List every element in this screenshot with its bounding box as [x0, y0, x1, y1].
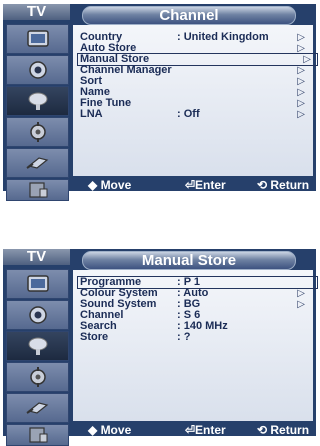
sidebar-item-setup[interactable] — [6, 362, 69, 392]
arrow-right-icon: ▷ — [297, 43, 305, 54]
footer-hints: ◆ Move ⏎Enter ⟲ Return — [73, 179, 316, 191]
sidebar-item-sound[interactable] — [6, 300, 69, 330]
arrow-right-icon: ▷ — [297, 299, 305, 310]
sidebar-item-application[interactable] — [6, 424, 69, 446]
arrow-right-icon: ▷ — [297, 65, 305, 76]
sidebar — [6, 24, 69, 201]
sidebar — [6, 269, 69, 446]
menu-row-store[interactable]: Store : ? — [80, 332, 311, 343]
input-icon — [25, 157, 48, 169]
application-icon — [28, 182, 47, 198]
channel-icon — [28, 92, 47, 110]
manual-store-screen: TV Manual Store Programme: P 1 Colour S… — [3, 249, 318, 446]
tv-tab[interactable]: TV — [3, 4, 70, 20]
return-hint: ⟲ Return — [257, 178, 310, 192]
sidebar-item-sound[interactable] — [6, 55, 69, 85]
tv-tab[interactable]: TV — [3, 249, 70, 265]
setup-icon — [29, 122, 46, 142]
sidebar-item-channel[interactable] — [6, 331, 69, 361]
move-hint: ◆ Move — [88, 178, 132, 192]
picture-icon — [26, 30, 49, 47]
sidebar-item-input[interactable] — [6, 148, 69, 178]
menu-row-lna[interactable]: LNA : Off ▷ — [80, 108, 311, 121]
row-value: : Off — [177, 108, 200, 120]
sidebar-item-setup[interactable] — [6, 117, 69, 147]
arrow-right-icon: ▷ — [297, 288, 305, 299]
arrow-right-icon: ▷ — [297, 98, 305, 109]
sidebar-item-application[interactable] — [6, 179, 69, 201]
row-value: : United Kingdom — [177, 31, 269, 43]
setup-icon — [29, 367, 46, 387]
footer-hints: ◆ Move ⏎Enter ⟲ Return — [73, 424, 316, 436]
picture-icon — [26, 275, 49, 292]
application-icon — [28, 427, 47, 443]
arrow-right-icon: ▷ — [297, 32, 305, 43]
menu-row-sort[interactable]: Sort ▷ — [80, 76, 311, 88]
manual-store-panel: Programme : P 1 Colour System : Auto ▷ S… — [73, 270, 318, 421]
sidebar-item-channel[interactable] — [6, 86, 69, 116]
menu-row-channel-manager[interactable]: Channel Manager ▷ — [80, 65, 311, 77]
input-icon — [25, 402, 48, 414]
sidebar-item-input[interactable] — [6, 393, 69, 423]
enter-hint: ⏎Enter — [185, 178, 226, 192]
row-value: : ? — [177, 331, 191, 343]
arrow-right-icon: ▷ — [297, 76, 305, 87]
channel-icon — [28, 337, 47, 355]
row-label: Store — [80, 331, 109, 343]
menu-title: Channel — [82, 6, 296, 25]
channel-menu-panel: Country : United Kingdom ▷ Auto Store ▷ … — [73, 25, 318, 176]
arrow-right-icon: ▷ — [297, 87, 305, 98]
sound-icon — [28, 306, 47, 324]
sound-icon — [28, 61, 47, 79]
menu-row-search[interactable]: Search : 140 MHz — [80, 321, 311, 332]
arrow-right-icon: ▷ — [297, 109, 305, 120]
enter-hint: ⏎Enter — [185, 423, 226, 437]
arrow-right-icon: ▷ — [303, 54, 311, 65]
row-label: LNA — [80, 108, 103, 120]
move-hint: ◆ Move — [88, 423, 132, 437]
sidebar-item-picture[interactable] — [6, 24, 69, 54]
return-hint: ⟲ Return — [257, 423, 310, 437]
menu-title: Manual Store — [82, 251, 296, 270]
channel-menu-screen: TV Channel Country: United Kingdom ▷ Au… — [3, 4, 318, 201]
sidebar-item-picture[interactable] — [6, 269, 69, 299]
